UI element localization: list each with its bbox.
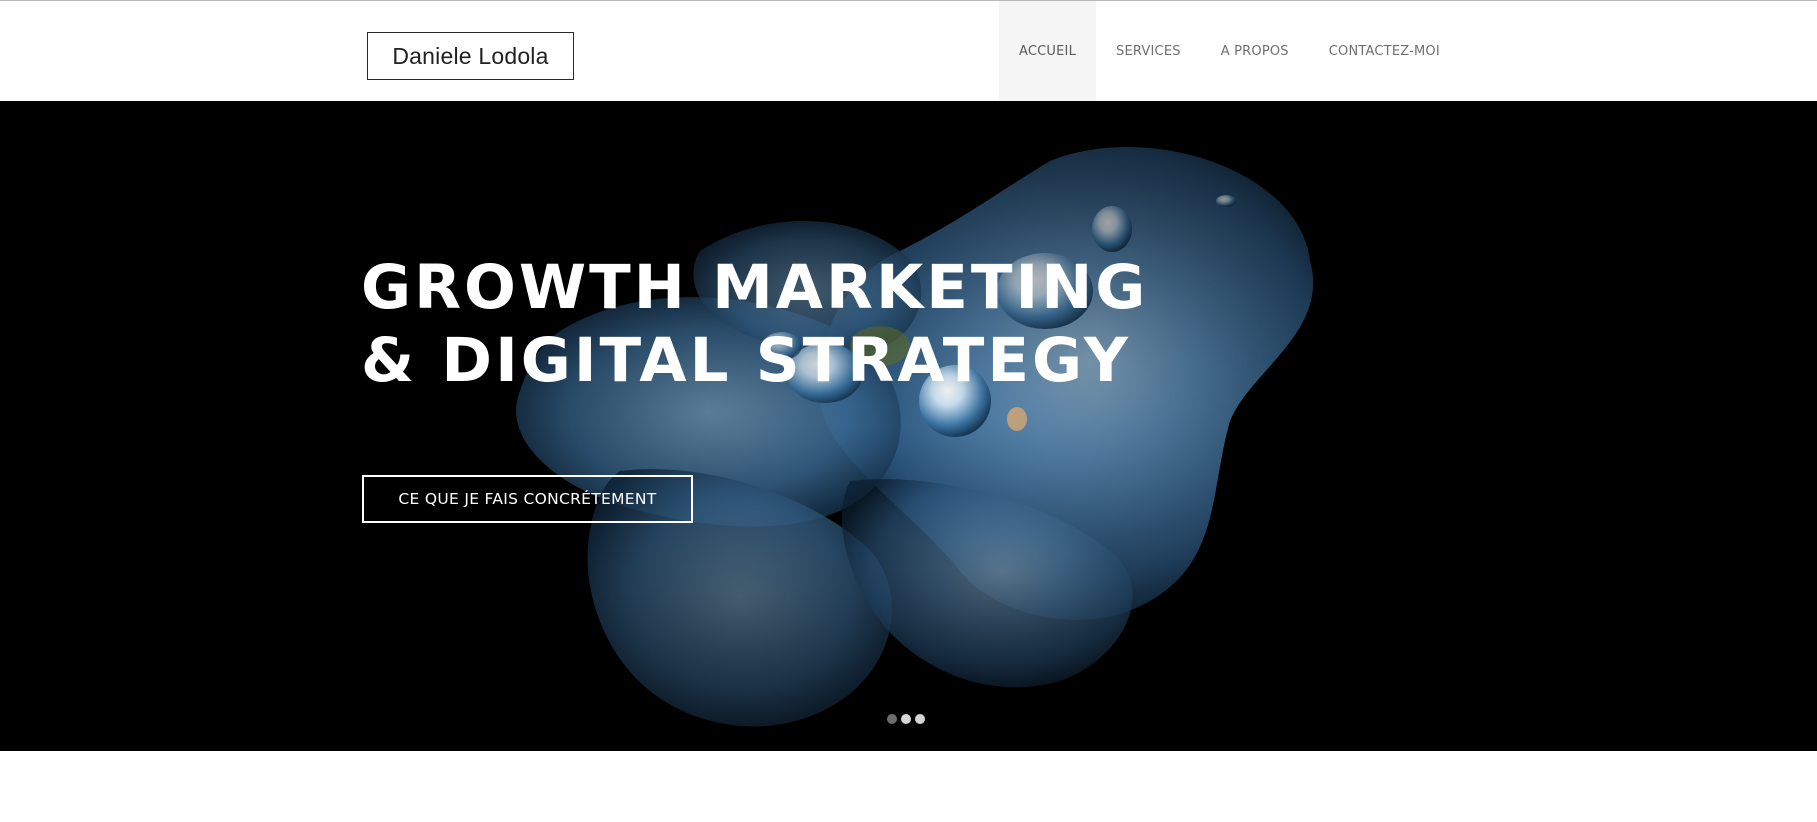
nav-item-contactez-moi[interactable]: CONTACTEZ-MOI (1309, 1, 1460, 101)
nav-item-services[interactable]: SERVICES (1096, 1, 1201, 101)
hero-headline: GROWTH MARKETING & DIGITAL STRATEGY (361, 251, 1148, 397)
slider-pagination (887, 714, 925, 724)
main-nav: ACCUEIL SERVICES A PROPOS CONTACTEZ-MOI (999, 1, 1460, 101)
services-cta-button[interactable]: CE QUE JE FAIS CONCRÉTEMENT (362, 475, 693, 523)
slider-dot-3[interactable] (915, 714, 925, 724)
hero-headline-line-1: GROWTH MARKETING (361, 252, 1149, 323)
site-logo[interactable]: Daniele Lodola (367, 32, 574, 80)
slider-dot-2[interactable] (901, 714, 911, 724)
hero-slider: GROWTH MARKETING & DIGITAL STRATEGY CE Q… (0, 101, 1817, 751)
slider-dot-1[interactable] (887, 714, 897, 724)
hero-background-image (0, 101, 1817, 751)
hero-headline-line-2: & DIGITAL STRATEGY (361, 325, 1131, 396)
nav-item-accueil[interactable]: ACCUEIL (999, 1, 1097, 101)
nav-item-a-propos[interactable]: A PROPOS (1201, 1, 1309, 101)
site-header: Daniele Lodola ACCUEIL SERVICES A PROPOS… (0, 1, 1817, 101)
page: Daniele Lodola ACCUEIL SERVICES A PROPOS… (0, 0, 1817, 822)
